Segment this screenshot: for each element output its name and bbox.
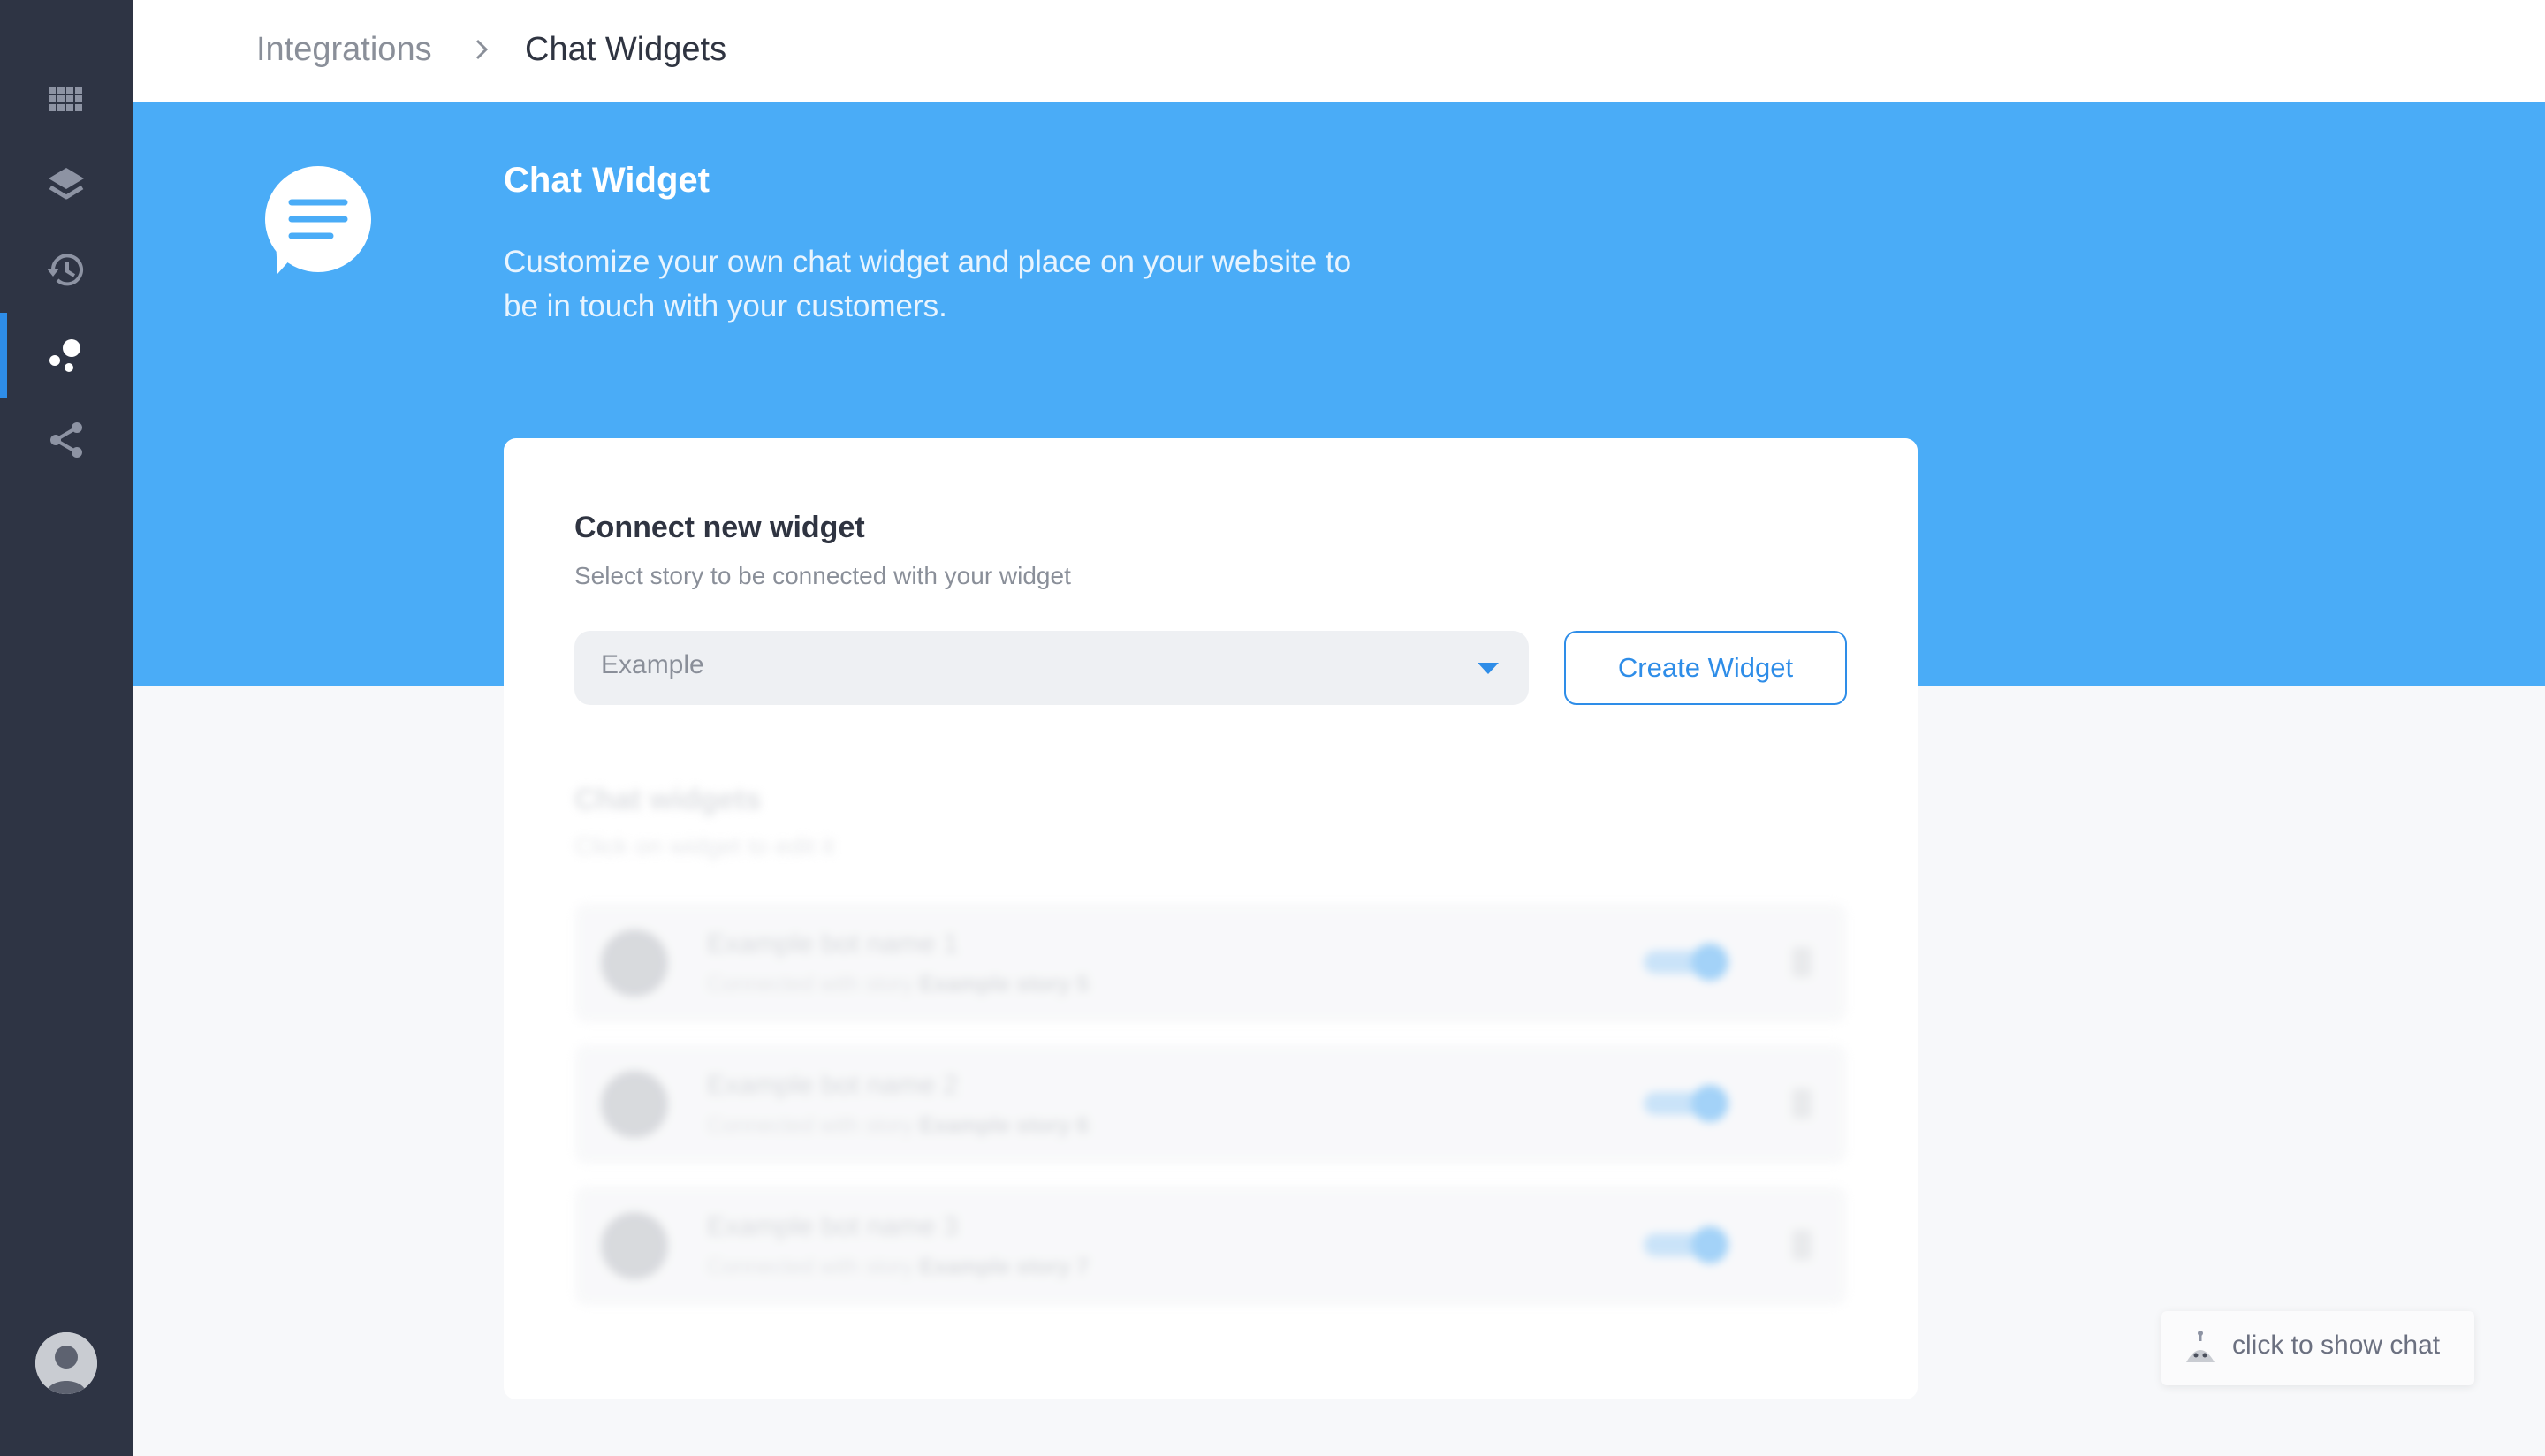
sidebar (0, 0, 133, 1456)
chat-launcher-label: click to show chat (2232, 1331, 2441, 1360)
caret-down-icon (1478, 663, 1499, 674)
sidebar-item-apps[interactable] (0, 58, 133, 143)
top-bar: Integrations Chat Widgets (133, 0, 2545, 102)
chat-widgets-section: Chat widgets Click on widget to edit it … (574, 783, 1847, 1348)
widget-story-name: Example story 7 (919, 1255, 1090, 1279)
connect-subtitle: Select story to be connected with your w… (574, 562, 1071, 589)
bot-avatar (601, 929, 668, 997)
connect-title: Connect new widget (574, 511, 865, 544)
trash-icon[interactable] (1792, 1230, 1812, 1260)
sidebar-item-layers[interactable] (0, 143, 133, 228)
chat-bubble-icon (265, 166, 371, 274)
user-avatar-icon (35, 1332, 97, 1394)
grid-icon (49, 87, 82, 111)
page-title: Chat Widget (504, 161, 710, 200)
widget-story-prefix: Connected with story (707, 972, 914, 997)
widget-story: Connected with story Example story 5 (707, 972, 1089, 997)
widget-name: Example bot name 3 (707, 1210, 959, 1241)
chevron-right-icon (475, 39, 489, 60)
bot-icon (2186, 1331, 2215, 1362)
widget-story-name: Example story 6 (919, 1113, 1090, 1138)
bot-avatar (601, 1212, 668, 1279)
story-select-value: Example (601, 650, 704, 679)
sidebar-item-integrations[interactable] (0, 313, 133, 398)
integrations-icon (49, 339, 80, 372)
sidebar-item-history[interactable] (0, 228, 133, 313)
widget-toggle[interactable] (1644, 944, 1728, 981)
breadcrumb-current: Chat Widgets (525, 31, 727, 68)
widget-story: Connected with story Example story 6 (707, 1113, 1089, 1139)
trash-icon[interactable] (1792, 1088, 1812, 1119)
page-description: Customize your own chat widget and place… (504, 245, 1352, 323)
chat-launcher-button[interactable]: click to show chat (2161, 1311, 2474, 1385)
sidebar-item-share[interactable] (0, 398, 133, 482)
widget-row[interactable]: Example bot name 2 Connected with story … (574, 1044, 1847, 1164)
widget-name: Example bot name 2 (707, 1069, 959, 1100)
share-icon (50, 422, 82, 458)
breadcrumb-integrations[interactable]: Integrations (256, 27, 432, 72)
trash-icon[interactable] (1792, 947, 1812, 977)
story-select[interactable]: Example (574, 631, 1529, 705)
widget-toggle[interactable] (1644, 1085, 1728, 1122)
widget-name: Example bot name 1 (707, 928, 959, 959)
bot-avatar (601, 1071, 668, 1138)
create-widget-button[interactable]: Create Widget (1564, 631, 1847, 705)
widget-row[interactable]: Example bot name 1 Connected with story … (574, 903, 1847, 1023)
widget-story-name: Example story 5 (919, 972, 1090, 997)
layers-icon (49, 168, 84, 200)
widgets-subtitle: Click on widget to edit it (574, 832, 835, 860)
user-avatar[interactable] (35, 1332, 97, 1394)
widget-story-prefix: Connected with story (707, 1255, 914, 1279)
widget-card: Connect new widget Select story to be co… (504, 438, 1918, 1399)
widget-story-prefix: Connected with story (707, 1113, 914, 1138)
widgets-title: Chat widgets (574, 783, 762, 816)
widget-story: Connected with story Example story 7 (707, 1255, 1089, 1280)
widget-toggle[interactable] (1644, 1226, 1728, 1263)
history-icon (47, 254, 83, 286)
widget-row[interactable]: Example bot name 3 Connected with story … (574, 1186, 1847, 1306)
